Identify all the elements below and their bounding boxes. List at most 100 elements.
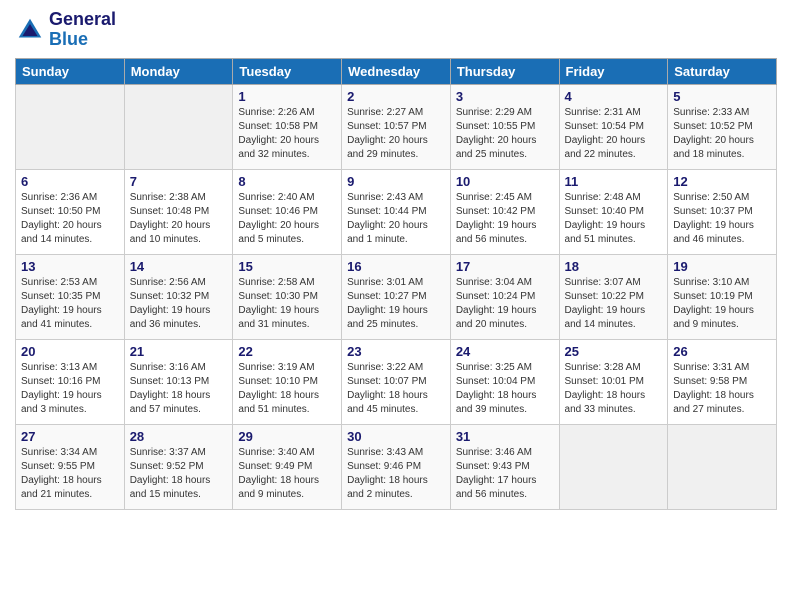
logo: General Blue — [15, 10, 116, 50]
calendar-cell — [124, 84, 233, 169]
day-info: Sunrise: 2:50 AM Sunset: 10:37 PM Daylig… — [673, 191, 771, 247]
calendar-cell: 23 Sunrise: 3:22 AM Sunset: 10:07 PM Dayl… — [342, 339, 451, 424]
calendar-week-row: 1 Sunrise: 2:26 AM Sunset: 10:58 PM Dayli… — [16, 84, 777, 169]
day-number: 15 — [238, 259, 336, 274]
day-info: Sunrise: 3:25 AM Sunset: 10:04 PM Daylig… — [456, 361, 554, 417]
day-info: Sunrise: 2:36 AM Sunset: 10:50 PM Daylig… — [21, 191, 119, 247]
day-number: 5 — [673, 89, 771, 104]
calendar-week-row: 13 Sunrise: 2:53 AM Sunset: 10:35 PM Dayl… — [16, 254, 777, 339]
day-number: 11 — [565, 174, 663, 189]
logo-text: General Blue — [49, 10, 116, 50]
day-number: 12 — [673, 174, 771, 189]
calendar-cell: 16Sunrise: 3:01 AM Sunset: 10:27 PM Dayl… — [342, 254, 451, 339]
column-header-saturday: Saturday — [668, 58, 777, 84]
day-number: 4 — [565, 89, 663, 104]
calendar-cell: 28 Sunrise: 3:37 AM Sunset: 9:52 PM Dayli… — [124, 424, 233, 509]
day-number: 25 — [565, 344, 663, 359]
day-info: Sunrise: 3:07 AM Sunset: 10:22 PM Daylig… — [565, 276, 663, 332]
day-info: Sunrise: 3:28 AM Sunset: 10:01 PM Daylig… — [565, 361, 663, 417]
day-info: Sunrise: 2:40 AM Sunset: 10:46 PM Daylig… — [238, 191, 336, 247]
day-info: Sunrise: 2:48 AM Sunset: 10:40 PM Daylig… — [565, 191, 663, 247]
calendar-cell: 29 Sunrise: 3:40 AM Sunset: 9:49 PM Dayli… — [233, 424, 342, 509]
day-number: 22 — [238, 344, 336, 359]
day-info: Sunrise: 3:10 AM Sunset: 10:19 PM Daylig… — [673, 276, 771, 332]
day-info: Sunrise: 3:22 AM Sunset: 10:07 PM Daylig… — [347, 361, 445, 417]
calendar-cell: 9Sunrise: 2:43 AM Sunset: 10:44 PM Dayli… — [342, 169, 451, 254]
day-number: 1 — [238, 89, 336, 104]
calendar-cell: 11 Sunrise: 2:48 AM Sunset: 10:40 PM Dayl… — [559, 169, 668, 254]
day-number: 24 — [456, 344, 554, 359]
calendar-cell: 14Sunrise: 2:56 AM Sunset: 10:32 PM Dayl… — [124, 254, 233, 339]
day-info: Sunrise: 3:13 AM Sunset: 10:16 PM Daylig… — [21, 361, 119, 417]
calendar-cell: 3Sunrise: 2:29 AM Sunset: 10:55 PM Dayli… — [450, 84, 559, 169]
calendar-header-row: SundayMondayTuesdayWednesdayThursdayFrid… — [16, 58, 777, 84]
day-info: Sunrise: 3:31 AM Sunset: 9:58 PM Dayligh… — [673, 361, 771, 417]
day-info: Sunrise: 3:43 AM Sunset: 9:46 PM Dayligh… — [347, 446, 445, 502]
calendar-table: SundayMondayTuesdayWednesdayThursdayFrid… — [15, 58, 777, 510]
column-header-sunday: Sunday — [16, 58, 125, 84]
column-header-friday: Friday — [559, 58, 668, 84]
day-number: 17 — [456, 259, 554, 274]
day-info: Sunrise: 3:34 AM Sunset: 9:55 PM Dayligh… — [21, 446, 119, 502]
column-header-thursday: Thursday — [450, 58, 559, 84]
day-number: 30 — [347, 429, 445, 444]
day-info: Sunrise: 2:56 AM Sunset: 10:32 PM Daylig… — [130, 276, 228, 332]
calendar-cell: 15 Sunrise: 2:58 AM Sunset: 10:30 PM Dayl… — [233, 254, 342, 339]
calendar-cell: 17 Sunrise: 3:04 AM Sunset: 10:24 PM Dayl… — [450, 254, 559, 339]
day-number: 20 — [21, 344, 119, 359]
calendar-cell: 25 Sunrise: 3:28 AM Sunset: 10:01 PM Dayl… — [559, 339, 668, 424]
day-info: Sunrise: 2:45 AM Sunset: 10:42 PM Daylig… — [456, 191, 554, 247]
column-header-wednesday: Wednesday — [342, 58, 451, 84]
day-info: Sunrise: 2:58 AM Sunset: 10:30 PM Daylig… — [238, 276, 336, 332]
day-info: Sunrise: 3:04 AM Sunset: 10:24 PM Daylig… — [456, 276, 554, 332]
calendar-cell: 2 Sunrise: 2:27 AM Sunset: 10:57 PM Dayli… — [342, 84, 451, 169]
day-info: Sunrise: 2:31 AM Sunset: 10:54 PM Daylig… — [565, 106, 663, 162]
calendar-cell: 13 Sunrise: 2:53 AM Sunset: 10:35 PM Dayl… — [16, 254, 125, 339]
day-info: Sunrise: 3:01 AM Sunset: 10:27 PM Daylig… — [347, 276, 445, 332]
day-info: Sunrise: 3:40 AM Sunset: 9:49 PM Dayligh… — [238, 446, 336, 502]
calendar-cell: 19Sunrise: 3:10 AM Sunset: 10:19 PM Dayl… — [668, 254, 777, 339]
calendar-cell: 5 Sunrise: 2:33 AM Sunset: 10:52 PM Dayli… — [668, 84, 777, 169]
day-info: Sunrise: 2:33 AM Sunset: 10:52 PM Daylig… — [673, 106, 771, 162]
day-number: 6 — [21, 174, 119, 189]
calendar-cell: 26Sunrise: 3:31 AM Sunset: 9:58 PM Dayli… — [668, 339, 777, 424]
day-number: 18 — [565, 259, 663, 274]
day-number: 31 — [456, 429, 554, 444]
day-info: Sunrise: 2:53 AM Sunset: 10:35 PM Daylig… — [21, 276, 119, 332]
calendar-cell: 6 Sunrise: 2:36 AM Sunset: 10:50 PM Dayli… — [16, 169, 125, 254]
day-number: 2 — [347, 89, 445, 104]
day-number: 28 — [130, 429, 228, 444]
day-info: Sunrise: 3:37 AM Sunset: 9:52 PM Dayligh… — [130, 446, 228, 502]
day-info: Sunrise: 2:27 AM Sunset: 10:57 PM Daylig… — [347, 106, 445, 162]
day-info: Sunrise: 3:46 AM Sunset: 9:43 PM Dayligh… — [456, 446, 554, 502]
day-number: 9 — [347, 174, 445, 189]
day-info: Sunrise: 2:38 AM Sunset: 10:48 PM Daylig… — [130, 191, 228, 247]
day-number: 13 — [21, 259, 119, 274]
calendar-cell: 30 Sunrise: 3:43 AM Sunset: 9:46 PM Dayli… — [342, 424, 451, 509]
day-info: Sunrise: 2:26 AM Sunset: 10:58 PM Daylig… — [238, 106, 336, 162]
page-container: General Blue SundayMondayTuesdayWednesda… — [0, 0, 792, 520]
day-number: 7 — [130, 174, 228, 189]
day-number: 23 — [347, 344, 445, 359]
calendar-cell: 18 Sunrise: 3:07 AM Sunset: 10:22 PM Dayl… — [559, 254, 668, 339]
calendar-cell: 31 Sunrise: 3:46 AM Sunset: 9:43 PM Dayli… — [450, 424, 559, 509]
calendar-cell: 12 Sunrise: 2:50 AM Sunset: 10:37 PM Dayl… — [668, 169, 777, 254]
day-number: 3 — [456, 89, 554, 104]
day-number: 27 — [21, 429, 119, 444]
calendar-cell — [668, 424, 777, 509]
day-number: 29 — [238, 429, 336, 444]
calendar-cell: 10Sunrise: 2:45 AM Sunset: 10:42 PM Dayl… — [450, 169, 559, 254]
calendar-cell — [559, 424, 668, 509]
logo-icon — [15, 15, 45, 45]
calendar-cell: 21 Sunrise: 3:16 AM Sunset: 10:13 PM Dayl… — [124, 339, 233, 424]
day-number: 21 — [130, 344, 228, 359]
calendar-cell: 8 Sunrise: 2:40 AM Sunset: 10:46 PM Dayli… — [233, 169, 342, 254]
page-header: General Blue — [15, 10, 777, 50]
day-number: 8 — [238, 174, 336, 189]
column-header-monday: Monday — [124, 58, 233, 84]
calendar-cell: 22 Sunrise: 3:19 AM Sunset: 10:10 PM Dayl… — [233, 339, 342, 424]
day-info: Sunrise: 3:16 AM Sunset: 10:13 PM Daylig… — [130, 361, 228, 417]
calendar-week-row: 27 Sunrise: 3:34 AM Sunset: 9:55 PM Dayli… — [16, 424, 777, 509]
day-info: Sunrise: 3:19 AM Sunset: 10:10 PM Daylig… — [238, 361, 336, 417]
calendar-cell: 4 Sunrise: 2:31 AM Sunset: 10:54 PM Dayli… — [559, 84, 668, 169]
